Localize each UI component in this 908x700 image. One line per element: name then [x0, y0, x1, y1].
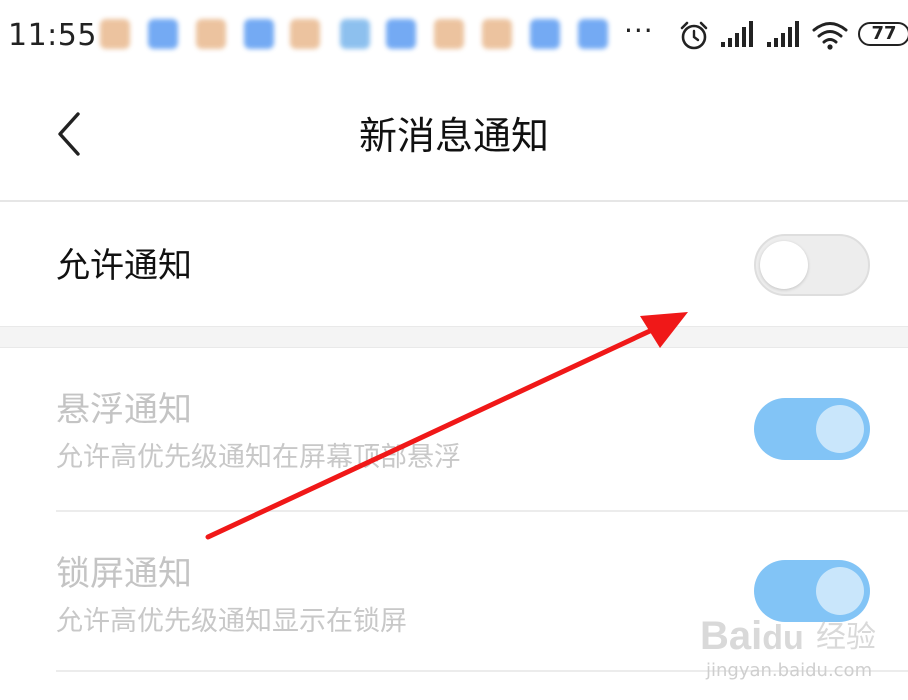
notification-icon — [434, 19, 464, 49]
page-title: 新消息通知 — [358, 114, 549, 158]
floating-notification-title: 悬浮通知 — [56, 390, 192, 430]
section-divider — [0, 326, 908, 348]
status-time: 11:55 — [8, 18, 97, 53]
notification-icon — [482, 19, 512, 49]
notification-icon — [148, 19, 178, 49]
notification-icon — [244, 19, 274, 49]
notification-icon — [290, 19, 320, 49]
floating-notification-description: 允许高优先级通知在屏幕顶部悬浮 — [56, 442, 461, 473]
watermark-jingyan: 经验 — [816, 620, 876, 655]
alarm-icon — [680, 21, 708, 50]
status-bar: 11:55 ··· 77 — [0, 0, 908, 72]
toggle-knob — [760, 241, 808, 289]
more-notifications-dots: ··· — [624, 14, 654, 47]
allow-notification-row[interactable]: 允许通知 — [0, 202, 908, 326]
floating-notification-toggle[interactable] — [754, 398, 870, 460]
toggle-knob — [816, 405, 864, 453]
lockscreen-notification-title: 锁屏通知 — [56, 554, 192, 594]
allow-notification-toggle[interactable] — [754, 234, 870, 296]
floating-notification-row[interactable]: 悬浮通知 允许高优先级通知在屏幕顶部悬浮 — [0, 348, 908, 510]
notification-icon — [100, 19, 130, 49]
lockscreen-notification-toggle[interactable] — [754, 560, 870, 622]
signal-icon — [721, 21, 753, 47]
wifi-icon — [812, 22, 848, 50]
notification-icon — [530, 19, 560, 49]
allow-notification-label: 允许通知 — [56, 246, 192, 286]
notification-icon — [196, 19, 226, 49]
lockscreen-notification-description: 允许高优先级通知显示在锁屏 — [56, 606, 407, 637]
battery-icon: 77 — [858, 22, 908, 46]
notification-icon — [386, 19, 416, 49]
baidu-jingyan-watermark: Baidu 经验 jingyan.baidu.com — [700, 614, 900, 694]
watermark-url: jingyan.baidu.com — [706, 660, 873, 681]
header: 新消息通知 — [0, 72, 908, 200]
notification-icon — [340, 19, 370, 49]
notification-icon — [578, 19, 608, 49]
watermark-brand: Baidu — [700, 614, 804, 658]
toggle-knob — [816, 567, 864, 615]
signal-icon — [767, 21, 799, 47]
